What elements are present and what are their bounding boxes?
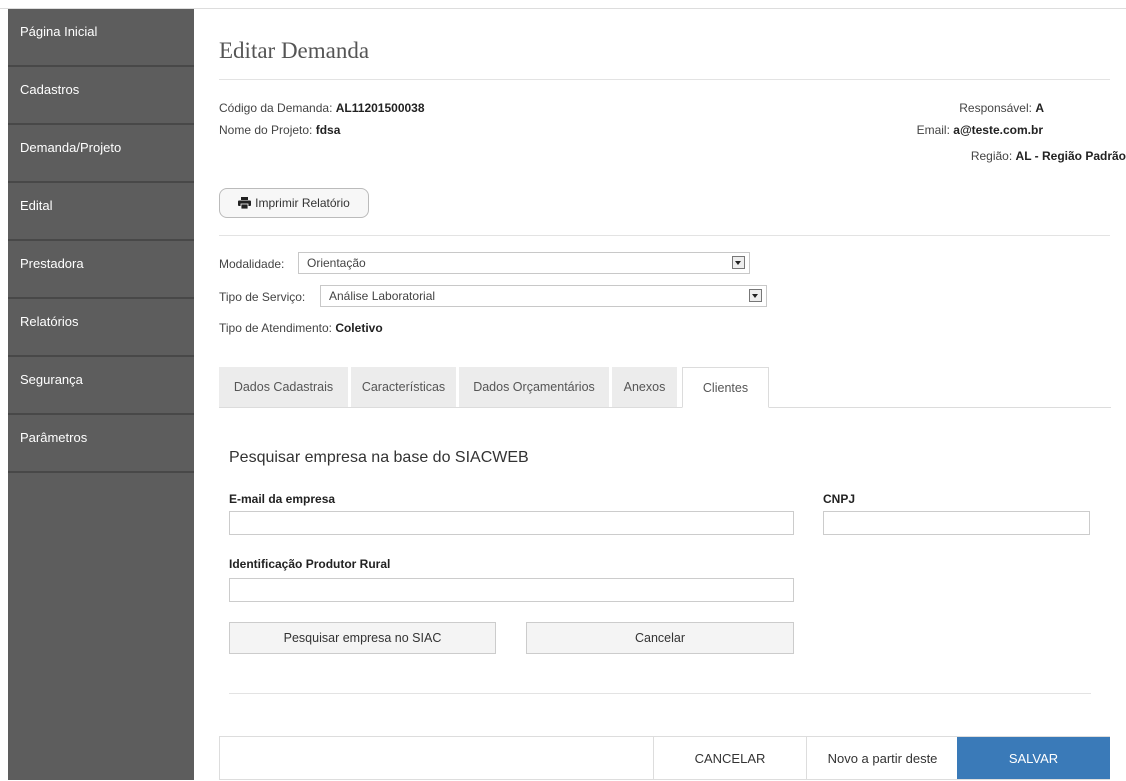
sidebar-item-edital[interactable]: Edital bbox=[8, 183, 194, 241]
email-responsavel: Email: a@teste.com.br bbox=[917, 123, 1043, 137]
tab-anexos[interactable]: Anexos bbox=[612, 367, 677, 407]
tab-dados-orcamentarios[interactable]: Dados Orçamentários bbox=[459, 367, 609, 407]
new-from-this-button[interactable]: Novo a partir deste bbox=[806, 737, 958, 779]
produtor-rural-input[interactable] bbox=[229, 578, 794, 602]
responsavel: Responsável: A bbox=[959, 101, 1044, 115]
footer-action-bar: CANCELAR Novo a partir deste SALVAR bbox=[219, 736, 1110, 780]
divider bbox=[219, 79, 1110, 80]
email-value: a@teste.com.br bbox=[953, 123, 1043, 137]
printer-icon bbox=[238, 197, 252, 209]
print-report-label: Imprimir Relatório bbox=[255, 196, 350, 210]
regiao-label: Região: bbox=[970, 149, 1013, 163]
cancel-button[interactable]: CANCELAR bbox=[653, 737, 806, 779]
tab-bar: Dados Cadastrais Características Dados O… bbox=[219, 367, 1111, 408]
tab-caracteristicas[interactable]: Características bbox=[351, 367, 456, 407]
nome-projeto: Nome do Projeto: fdsa bbox=[219, 123, 340, 137]
sidebar-item-label: Cadastros bbox=[20, 82, 80, 97]
sidebar-item-label: Segurança bbox=[20, 372, 83, 387]
cnpj-input[interactable] bbox=[823, 511, 1090, 535]
projeto-value: fdsa bbox=[315, 123, 341, 137]
tipo-servico-label: Tipo de Serviço: bbox=[219, 290, 306, 304]
produtor-rural-label: Identificação Produtor Rural bbox=[229, 557, 391, 571]
sidebar: Página Inicial Cadastros Demanda/Projeto… bbox=[8, 9, 194, 780]
sidebar-item-cadastros[interactable]: Cadastros bbox=[8, 67, 194, 125]
sidebar-item-label: Demanda/Projeto bbox=[20, 140, 122, 155]
divider bbox=[219, 235, 1110, 236]
sidebar-item-label: Prestadora bbox=[20, 256, 84, 271]
projeto-label: Nome do Projeto: bbox=[219, 123, 313, 137]
tipo-atendimento: Tipo de Atendimento: Coletivo bbox=[219, 321, 383, 335]
sidebar-item-seguranca[interactable]: Segurança bbox=[8, 357, 194, 415]
codigo-value: AL11201500038 bbox=[335, 101, 425, 115]
email-empresa-label: E-mail da empresa bbox=[229, 492, 336, 506]
sidebar-item-label: Relatórios bbox=[20, 314, 79, 329]
regiao-value: AL - Região Padrão bbox=[1015, 149, 1126, 163]
tab-clientes[interactable]: Clientes bbox=[682, 367, 769, 408]
divider bbox=[229, 693, 1091, 694]
email-label: Email: bbox=[916, 123, 950, 137]
responsavel-label: Responsável: bbox=[959, 101, 1032, 115]
search-section-title: Pesquisar empresa na base do SIACWEB bbox=[229, 449, 529, 466]
search-siac-button[interactable]: Pesquisar empresa no SIAC bbox=[229, 622, 496, 654]
email-empresa-input[interactable] bbox=[229, 511, 794, 535]
print-report-button[interactable]: Imprimir Relatório bbox=[219, 188, 369, 218]
tab-dados-cadastrais[interactable]: Dados Cadastrais bbox=[219, 367, 348, 407]
sidebar-item-parametros[interactable]: Parâmetros bbox=[8, 415, 194, 473]
regiao: Região: AL - Região Padrão bbox=[971, 149, 1126, 163]
sidebar-item-label: Página Inicial bbox=[20, 24, 98, 39]
tipo-servico-value: Análise Laboratorial bbox=[329, 289, 436, 303]
sidebar-item-prestadora[interactable]: Prestadora bbox=[8, 241, 194, 299]
sidebar-item-label: Edital bbox=[20, 198, 53, 213]
sidebar-item-relatorios[interactable]: Relatórios bbox=[8, 299, 194, 357]
top-bar bbox=[0, 0, 1126, 9]
page-title: Editar Demanda bbox=[219, 38, 370, 63]
tipo-servico-select[interactable]: Análise Laboratorial bbox=[320, 285, 767, 307]
cnpj-label: CNPJ bbox=[823, 492, 856, 506]
codigo-label: Código da Demanda: bbox=[219, 101, 333, 115]
sidebar-item-pagina-inicial[interactable]: Página Inicial bbox=[8, 9, 194, 67]
codigo-demanda: Código da Demanda: AL11201500038 bbox=[219, 101, 425, 115]
save-button[interactable]: SALVAR bbox=[957, 737, 1110, 779]
modalidade-select[interactable]: Orientação bbox=[298, 252, 750, 274]
chevron-down-icon bbox=[749, 289, 762, 302]
sidebar-item-demanda-projeto[interactable]: Demanda/Projeto bbox=[8, 125, 194, 183]
cancel-search-button[interactable]: Cancelar bbox=[526, 622, 794, 654]
sidebar-item-label: Parâmetros bbox=[20, 430, 88, 445]
modalidade-value: Orientação bbox=[307, 256, 366, 270]
modalidade-label: Modalidade: bbox=[219, 257, 285, 271]
responsavel-value: A bbox=[1035, 101, 1044, 115]
tipo-atendimento-label: Tipo de Atendimento: bbox=[219, 321, 332, 335]
tipo-atendimento-value: Coletivo bbox=[335, 321, 383, 335]
chevron-down-icon bbox=[732, 256, 745, 269]
